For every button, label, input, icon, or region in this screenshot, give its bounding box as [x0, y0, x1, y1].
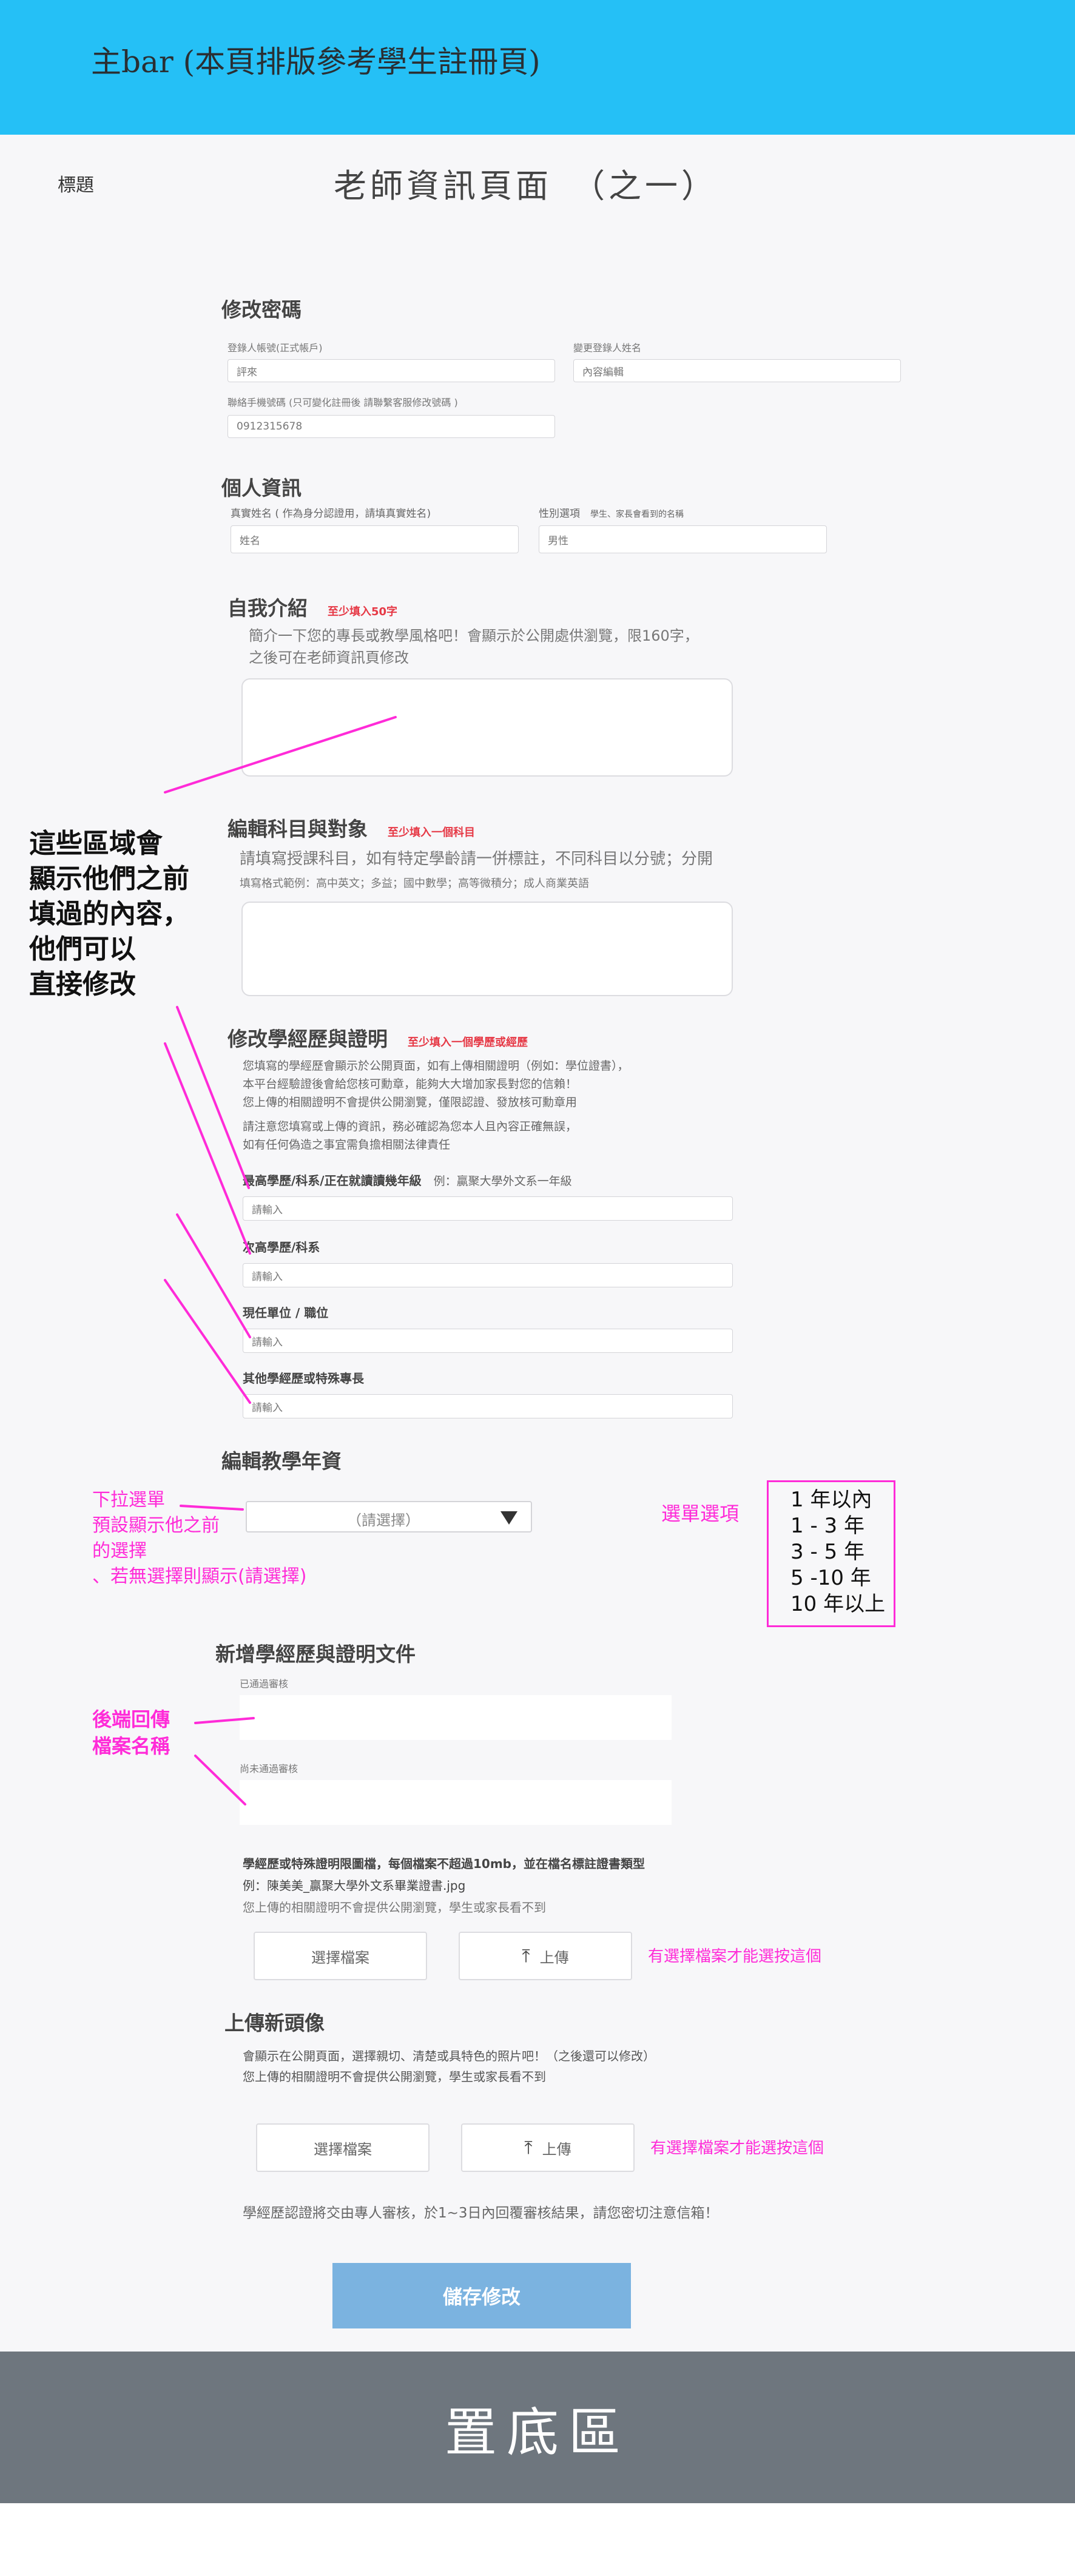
annotation-lines — [164, 716, 397, 1806]
annotation-line — [176, 1213, 251, 1338]
footer: 置底區 — [0, 2352, 1075, 2503]
footer-text: 置底區 — [445, 2402, 630, 2463]
annotation-line — [194, 1755, 246, 1806]
annotation-line — [180, 1505, 244, 1511]
annotation-line — [164, 1279, 251, 1404]
annotation-line — [194, 1717, 255, 1724]
annotation-line — [164, 716, 397, 794]
annotation-line — [164, 1042, 251, 1255]
